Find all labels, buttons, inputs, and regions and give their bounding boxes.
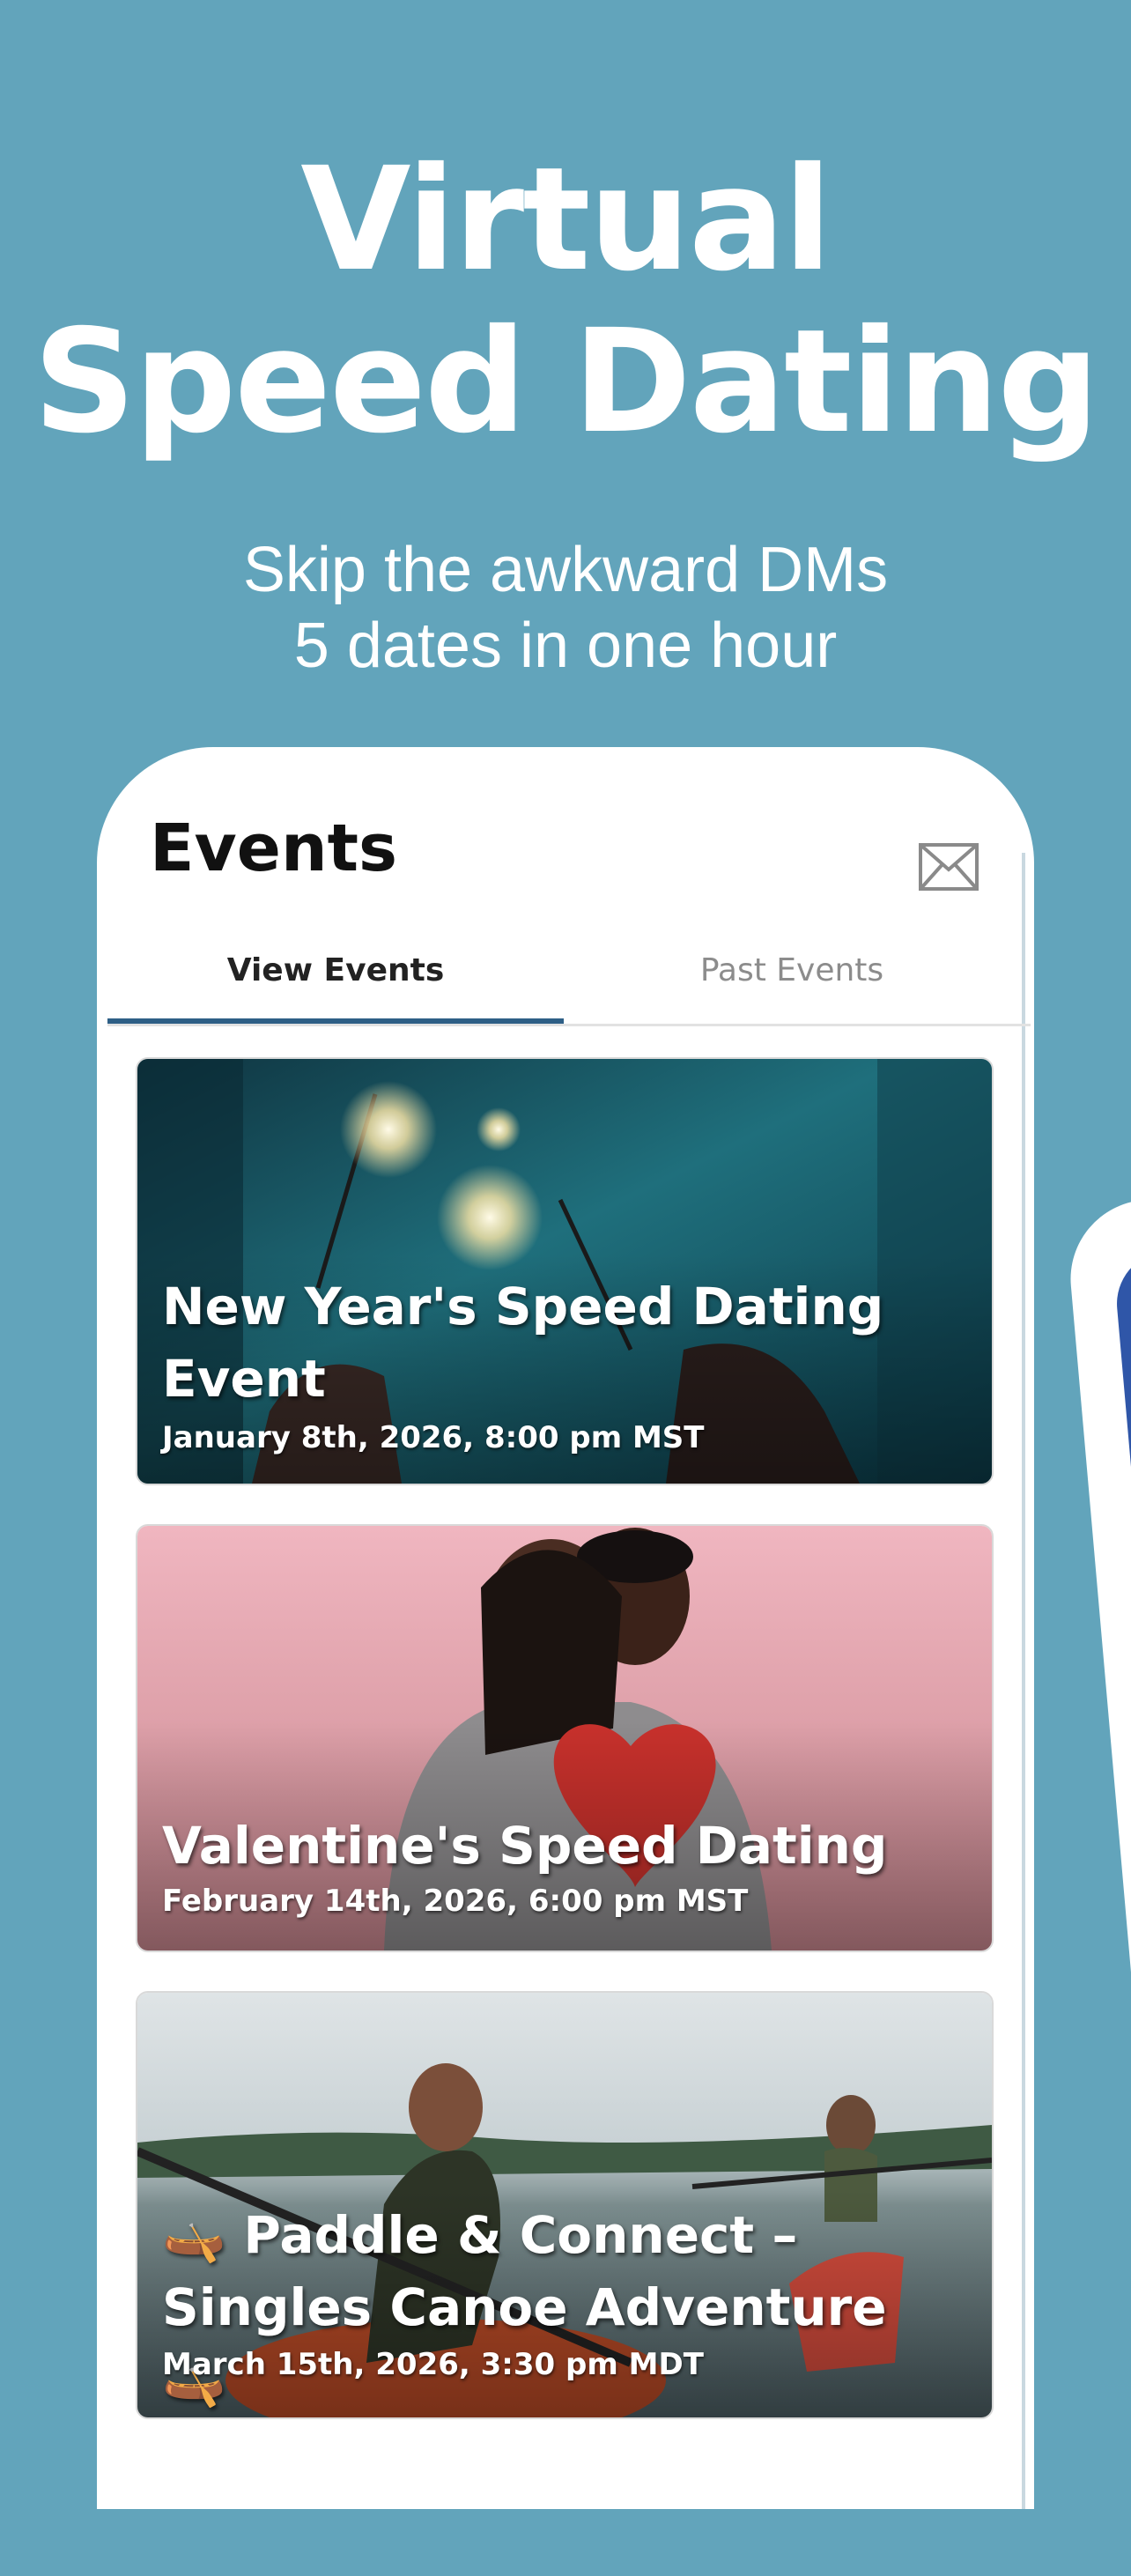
event-card-valentines[interactable]: Valentine's Speed Dating February 14th, …: [136, 1524, 994, 1952]
event-title: New Year's Speed Dating Event: [162, 1277, 884, 1409]
phone-mockup: Events View Events Past Events New Year'…: [97, 747, 1034, 2509]
event-card-paddle[interactable]: 🛶 Paddle & Connect – Singles Canoe Adven…: [136, 1991, 994, 2419]
tab-bar: View Events Past Events: [107, 936, 1031, 1026]
hero-subtitle-line2: 5 dates in one hour: [293, 611, 838, 681]
event-date: March 15th, 2026, 3:30 pm MDT: [162, 2347, 704, 2382]
mail-button[interactable]: [918, 842, 979, 892]
hero-title: Virtual Speed Dating: [0, 139, 1131, 463]
event-title: Valentine's Speed Dating: [162, 1816, 888, 1876]
event-date: January 8th, 2026, 8:00 pm MST: [162, 1420, 705, 1455]
page-title: Events: [150, 811, 398, 886]
phone-edge: [1022, 853, 1025, 2509]
event-date: February 14th, 2026, 6:00 pm MST: [162, 1884, 749, 1919]
active-tab-indicator: [107, 1018, 564, 1024]
hero-title-line1: Virtual: [300, 137, 832, 303]
secondary-phone-mockup: [1064, 1187, 1131, 2572]
tab-view-events[interactable]: View Events: [107, 936, 564, 1024]
hero-title-line2: Speed Dating: [33, 300, 1100, 465]
hero-subtitle: Skip the awkward DMs 5 dates in one hour: [0, 532, 1131, 684]
secondary-phone-screen: [1113, 1240, 1131, 2572]
event-card-new-year[interactable]: New Year's Speed Dating Event January 8t…: [136, 1057, 994, 1485]
mail-icon: [919, 843, 979, 891]
tab-past-events[interactable]: Past Events: [564, 936, 1020, 1024]
hero-subtitle-line1: Skip the awkward DMs: [242, 535, 889, 605]
